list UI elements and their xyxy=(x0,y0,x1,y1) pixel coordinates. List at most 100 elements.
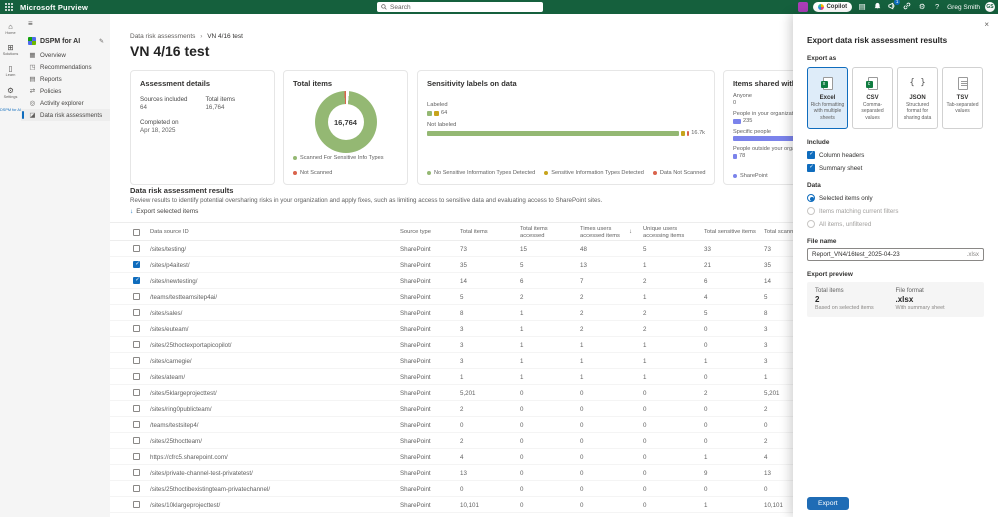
row-checkbox[interactable] xyxy=(133,389,140,396)
column-header[interactable]: Total items xyxy=(460,223,512,242)
data-source-id[interactable]: /sites/euteam/ xyxy=(150,321,189,337)
include-column-headers[interactable]: Column headers xyxy=(807,151,984,159)
cell-value: 6 xyxy=(520,277,524,285)
row-checkbox[interactable] xyxy=(133,373,140,380)
row-checkbox[interactable] xyxy=(133,405,140,412)
sidebar-item-overview[interactable]: ▦ Overview xyxy=(21,49,110,61)
home-icon: ⌂ xyxy=(8,22,13,31)
row-checkbox[interactable] xyxy=(133,245,140,252)
legend-dot xyxy=(733,174,737,178)
sidebar-item-activity-explorer[interactable]: ◎ Activity explorer xyxy=(21,97,110,109)
data-source-id[interactable]: /sites/ateam/ xyxy=(150,369,185,385)
column-header[interactable]: Data source ID xyxy=(150,223,189,242)
checkbox[interactable] xyxy=(807,164,815,172)
row-checkbox[interactable] xyxy=(133,469,140,476)
data-source-id[interactable]: /teams/testteamsitep4ai/ xyxy=(150,289,217,305)
app-title: Microsoft Purview xyxy=(20,3,88,12)
sidebar-item-recommendations[interactable]: ◳ Recommendations xyxy=(21,61,110,73)
cell-value: 0 xyxy=(460,485,464,493)
collapse-nav-icon[interactable]: ≡ xyxy=(28,19,110,28)
row-checkbox[interactable] xyxy=(133,309,140,316)
column-header-sorted[interactable]: Times users accessed items ↓ xyxy=(580,223,632,242)
tasks-icon[interactable]: ▤ xyxy=(857,2,867,12)
whats-new-icon[interactable]: 1 xyxy=(887,0,901,13)
cell-value: 0 xyxy=(520,501,524,509)
user-name[interactable]: Greg Smith xyxy=(947,4,980,11)
data-source-id[interactable]: https://cfrc5.sharepoint.com/ xyxy=(150,449,228,465)
purview-app-icon[interactable] xyxy=(798,2,809,12)
data-source-id[interactable]: /sites/private-channel-test-privatetest/ xyxy=(150,465,253,481)
sidebar-item-policies[interactable]: ⇄ Policies xyxy=(21,85,110,97)
column-header[interactable]: Source type xyxy=(400,223,431,242)
source-type: SharePoint xyxy=(400,389,431,397)
row-checkbox[interactable] xyxy=(133,357,140,364)
rail-item-learn[interactable]: ▯ Learn xyxy=(0,65,21,78)
search-input[interactable]: Search xyxy=(377,2,543,12)
data-source-id[interactable]: /sites/sales/ xyxy=(150,305,182,321)
rail-item-home[interactable]: ⌂ Home xyxy=(0,22,21,36)
data-source-id[interactable]: /sites/ring0publicteam/ xyxy=(150,401,212,417)
link-icon[interactable] xyxy=(902,2,912,13)
sidebar-item-reports[interactable]: ▤ Reports xyxy=(21,73,110,85)
settings-gear-icon[interactable]: ⚙ xyxy=(917,2,927,12)
row-checkbox[interactable] xyxy=(133,437,140,444)
radio-button[interactable] xyxy=(807,207,815,215)
export-button[interactable]: Export xyxy=(807,497,849,510)
column-header[interactable]: Total items accessed xyxy=(520,223,572,242)
rail-item-settings[interactable]: ⚙ Settings xyxy=(0,86,21,99)
row-checkbox[interactable] xyxy=(133,501,140,508)
radio-button[interactable] xyxy=(807,220,815,228)
cell-value: 0 xyxy=(764,421,768,429)
file-name-input[interactable]: Report_VN4/16test_2025-04-23 .xlsx xyxy=(807,248,984,261)
app-launcher-icon[interactable] xyxy=(5,3,13,11)
row-checkbox[interactable] xyxy=(133,277,141,284)
data-source-id[interactable]: /sites/25thoctteam/ xyxy=(150,433,202,449)
select-all-checkbox[interactable] xyxy=(133,229,140,236)
data-source-id[interactable]: /sites/p4aitest/ xyxy=(150,257,190,273)
cell-value: 0 xyxy=(520,421,524,429)
data-source-id[interactable]: /sites/25thoctibexistingteam-privatechan… xyxy=(150,481,270,497)
format-card-tsv[interactable]: TSV Tab-separated values xyxy=(942,67,983,129)
format-card-json[interactable]: { } JSON Structured format for sharing d… xyxy=(897,67,938,129)
legend-item: SharePoint xyxy=(733,173,768,179)
data-source-id[interactable]: /sites/5klargeprojecttest/ xyxy=(150,385,217,401)
rail-item-dspm-for-ai[interactable]: DSPM for AI xyxy=(0,108,21,112)
radio-button[interactable] xyxy=(807,194,815,202)
edit-pencil-icon[interactable]: ✎ xyxy=(99,38,104,45)
row-checkbox[interactable] xyxy=(133,261,141,268)
row-checkbox[interactable] xyxy=(133,293,140,300)
rail-item-solutions[interactable]: ⊞ Solutions xyxy=(0,44,21,57)
data-source-id[interactable]: /sites/10klargeprojecttest/ xyxy=(150,497,220,513)
data-source-id[interactable]: /sites/carnegie/ xyxy=(150,353,192,369)
row-checkbox[interactable] xyxy=(133,453,140,460)
avatar[interactable]: GS xyxy=(985,2,995,12)
row-checkbox[interactable] xyxy=(133,325,140,332)
sidebar-item-data-risk-assessments[interactable]: ◪ Data risk assessments xyxy=(21,109,110,121)
cell-value: 5 xyxy=(764,293,768,301)
column-header[interactable]: Total sensitive items xyxy=(704,223,756,242)
radio-items-matching-filters[interactable]: Items matching current filters xyxy=(807,207,984,215)
row-checkbox[interactable] xyxy=(133,485,140,492)
format-card-csv[interactable]: CSV Comma-separated values xyxy=(852,67,893,129)
cell-value: 1 xyxy=(520,309,524,317)
help-icon[interactable]: ? xyxy=(932,2,942,12)
column-header[interactable]: Unique users accessing items xyxy=(643,223,695,242)
export-selected-items-button[interactable]: ↓ Export selected items xyxy=(130,208,198,215)
include-summary-sheet[interactable]: Summary sheet xyxy=(807,164,984,172)
copilot-button[interactable]: Copilot xyxy=(813,2,853,12)
radio-all-items-unfiltered[interactable]: All items, unfiltered xyxy=(807,220,984,228)
data-source-id[interactable]: /sites/newtesting/ xyxy=(150,273,197,289)
overview-icon: ▦ xyxy=(29,52,36,59)
row-checkbox[interactable] xyxy=(133,421,140,428)
breadcrumb-parent-link[interactable]: Data risk assessments xyxy=(130,33,195,40)
data-source-id[interactable]: /sites/testing/ xyxy=(150,241,186,257)
close-icon[interactable]: × xyxy=(984,20,989,29)
data-source-id[interactable]: /teams/testsitep4/ xyxy=(150,417,199,433)
data-source-id[interactable]: /sites/25thoctexportapicopilot/ xyxy=(150,337,232,353)
checkbox[interactable] xyxy=(807,151,815,159)
notifications-bell-icon[interactable] xyxy=(872,2,882,13)
cell-value: 0 xyxy=(520,437,524,445)
format-card-excel[interactable]: Excel Rich formatting with multiple shee… xyxy=(807,67,848,129)
radio-selected-items-only[interactable]: Selected items only xyxy=(807,194,984,202)
row-checkbox[interactable] xyxy=(133,341,140,348)
